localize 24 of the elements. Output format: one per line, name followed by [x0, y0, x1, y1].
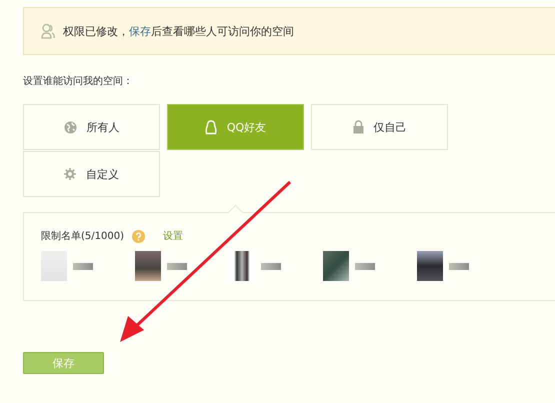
prompt-label: 设置谁能访问我的空间： [23, 74, 134, 88]
people-icon [41, 23, 55, 39]
globe-icon [64, 120, 76, 134]
blurred-avatar [417, 251, 443, 281]
visibility-option[interactable]: 自定义 [23, 151, 160, 197]
restricted-list-title: 限制名单(5/1000) [41, 230, 124, 243]
blurred-name [355, 262, 375, 270]
notice-text: 权限已修改，保存后查看哪些人可访问你的空间 [63, 24, 294, 38]
settings-link[interactable]: 设置 [162, 229, 183, 243]
gear-icon [64, 168, 76, 180]
blurred-name [261, 262, 281, 270]
blurred-avatar [229, 251, 255, 281]
penguin-icon [204, 120, 217, 134]
save-link[interactable]: 保存 [129, 24, 151, 38]
visibility-option[interactable]: 所有人 [23, 104, 160, 150]
blurred-avatar [323, 251, 349, 281]
blurred-avatar [41, 251, 67, 281]
help-icon[interactable] [132, 230, 145, 242]
visibility-option[interactable]: 仅自己 [311, 104, 448, 150]
blurred-avatar [135, 251, 161, 281]
blurred-name [167, 262, 187, 270]
blurred-name [449, 262, 469, 270]
lock-icon [352, 120, 364, 134]
blurred-name [73, 262, 93, 270]
